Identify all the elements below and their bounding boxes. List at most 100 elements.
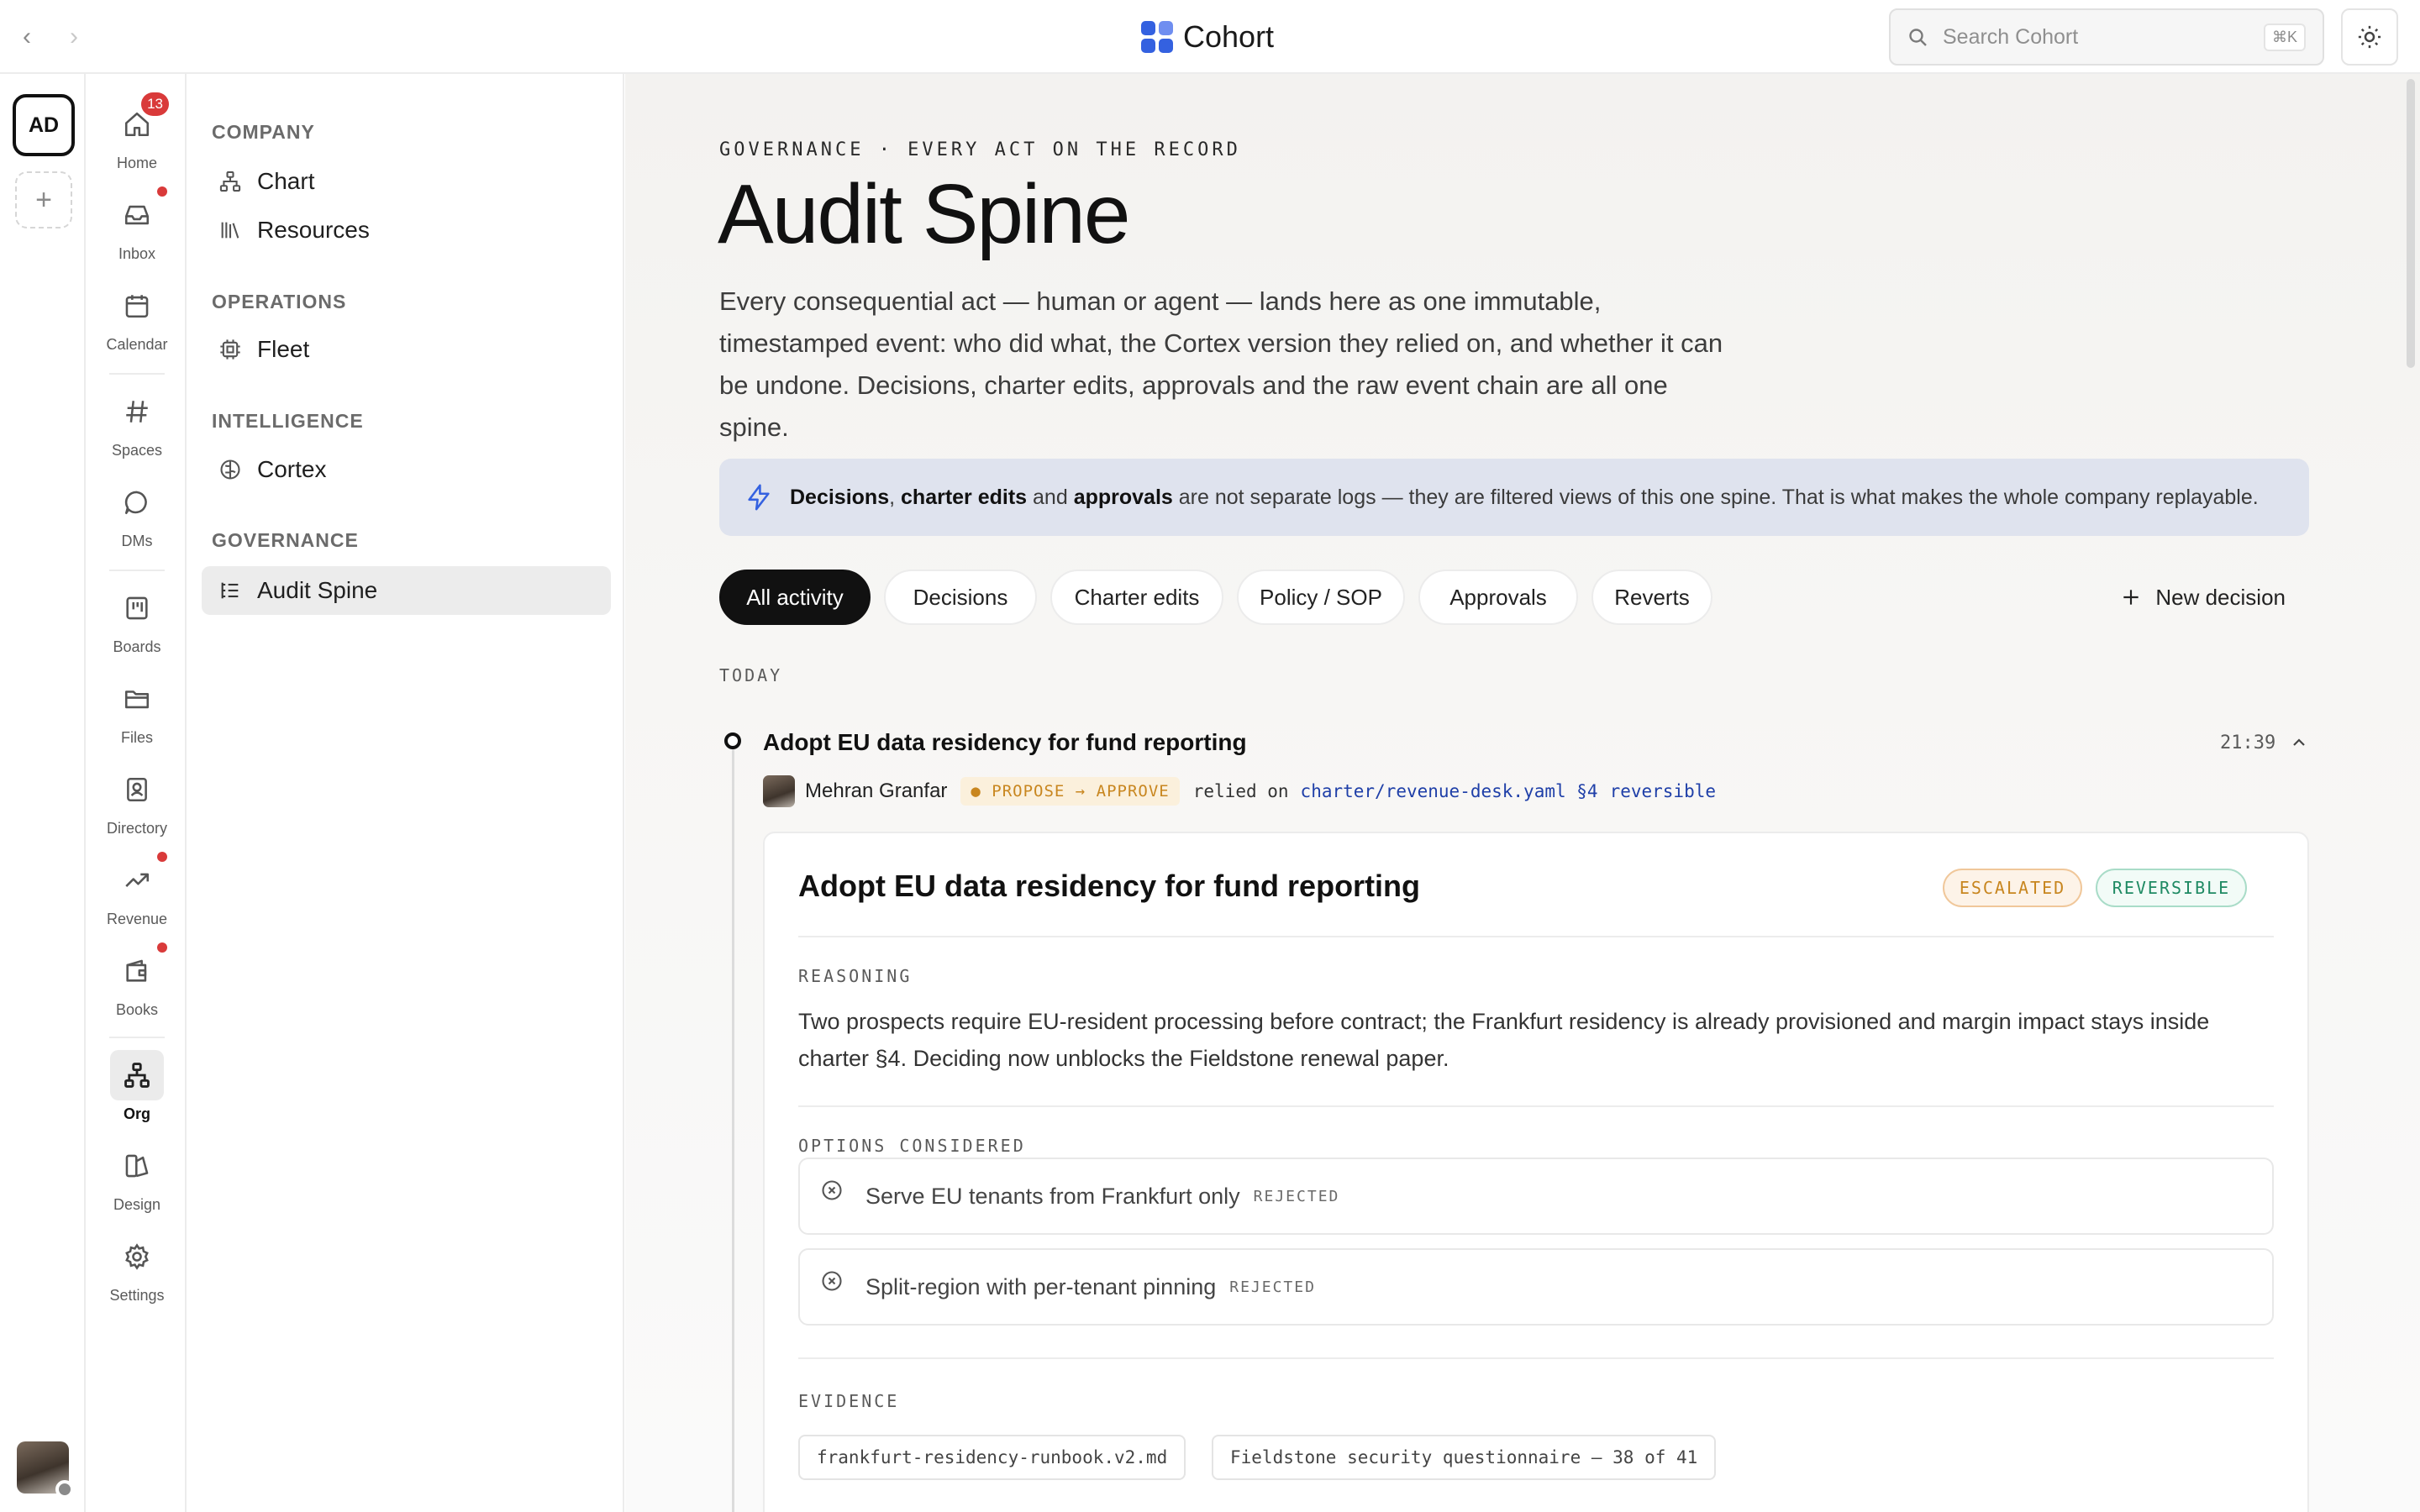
page-description: Every consequential act — human or agent… — [719, 286, 1723, 442]
unread-dot — [157, 942, 167, 953]
sun-icon — [2358, 25, 2381, 49]
notification-badge: 13 — [141, 92, 169, 116]
nav-label: Revenue — [106, 911, 168, 927]
divider — [109, 1037, 165, 1038]
info-callout: Decisions, charter edits and approvals a… — [719, 459, 2309, 536]
callout-text: Decisions, charter edits and approvals a… — [790, 485, 2259, 509]
filter-chip-policy-sop[interactable]: Policy / SOP — [1237, 570, 1405, 625]
unread-dot — [157, 186, 167, 197]
add-workspace-button[interactable]: + — [15, 171, 72, 228]
option-item[interactable]: Serve EU tenants from Frankfurt only REJ… — [798, 1158, 2274, 1235]
search-input[interactable]: Search Cohort ⌘K — [1889, 8, 2324, 66]
nav-item-dms[interactable]: DMs — [87, 477, 187, 561]
reversible-badge: REVERSIBLE — [2096, 869, 2247, 907]
new-decision-button[interactable]: New decision — [2120, 570, 2286, 625]
filter-chip-charter-edits[interactable]: Charter edits — [1050, 570, 1223, 625]
nav-item-files[interactable]: Files — [87, 674, 187, 758]
decision-card: Adopt EU data residency for fund reporti… — [763, 832, 2309, 1512]
sidebar-item-label: Audit Spine — [257, 577, 378, 603]
actor-name[interactable]: Mehran Granfar — [805, 780, 947, 803]
scrollbar[interactable] — [2407, 79, 2415, 368]
divider — [109, 570, 165, 571]
sidebar-item-resources[interactable]: Resources — [202, 206, 611, 255]
forward-arrow-icon[interactable]: › — [59, 22, 89, 52]
filter-chip-decisions[interactable]: Decisions — [884, 570, 1037, 625]
option-status: REJECTED — [1229, 1278, 1316, 1296]
filter-chip-approvals[interactable]: Approvals — [1418, 570, 1578, 625]
nav-label: Home — [116, 155, 157, 171]
nav-label: Calendar — [106, 336, 168, 353]
nav-item-calendar[interactable]: Calendar — [87, 281, 187, 365]
theme-toggle-button[interactable] — [2341, 8, 2398, 66]
list-icon — [221, 582, 239, 599]
nav-item-design[interactable]: Design — [87, 1141, 187, 1225]
reversibility-label: reversible — [1609, 781, 1716, 801]
main-content: GOVERNANCE · EVERY ACT ON THE RECORD Aud… — [625, 74, 2420, 1512]
evidence-chip[interactable]: frankfurt-residency-runbook.v2.md — [798, 1435, 1186, 1480]
workflow-badge: ● PROPOSE → APPROVE — [960, 777, 1180, 806]
actor-avatar[interactable] — [763, 775, 795, 807]
nav-item-revenue[interactable]: Revenue — [87, 852, 187, 939]
relied-on-label: relied on — [1192, 781, 1289, 801]
inbox-icon — [124, 205, 150, 225]
workspace-rail: AD + — [0, 74, 86, 1512]
filter-chip-all-activity[interactable]: All activity — [719, 570, 871, 625]
page-title: Audit Spine — [718, 167, 1130, 261]
divider — [109, 373, 165, 375]
event-title[interactable]: Adopt EU data residency for fund reporti… — [763, 729, 1247, 756]
search-shortcut: ⌘K — [2263, 23, 2306, 51]
chevron-up-icon[interactable] — [2289, 732, 2309, 753]
design-icon — [125, 1154, 149, 1178]
x-circle-icon — [822, 1180, 842, 1200]
nav-item-home[interactable]: 13 Home — [87, 92, 187, 183]
option-status: REJECTED — [1253, 1187, 1340, 1205]
nav-label: DMs — [121, 533, 153, 549]
presence-status-icon — [55, 1480, 74, 1499]
options-label: OPTIONS CONSIDERED — [798, 1136, 1026, 1156]
nav-item-org[interactable]: Org — [87, 1050, 187, 1134]
sidebar-item-audit-spine[interactable]: Audit Spine — [202, 566, 611, 615]
timeline-node-icon — [724, 732, 741, 749]
sidebar-item-chart[interactable]: Chart — [202, 157, 611, 206]
sidebar-item-label: Chart — [257, 168, 315, 194]
nav-item-books[interactable]: Books — [87, 942, 187, 1030]
sidebar-item-cortex[interactable]: Cortex — [202, 445, 611, 494]
nav-item-spaces[interactable]: Spaces — [87, 386, 187, 470]
option-text: Split-region with per-tenant pinning — [865, 1273, 1217, 1299]
workspace-avatar[interactable]: AD — [13, 94, 75, 156]
divider — [798, 936, 2274, 937]
sidebar-group-title: GOVERNANCE — [212, 529, 359, 551]
top-bar: ‹ › Cohort Search Cohort ⌘K — [0, 0, 2420, 74]
sidebar-item-fleet[interactable]: Fleet — [202, 325, 611, 374]
message-icon — [124, 491, 147, 515]
board-icon — [126, 596, 148, 620]
filter-chip-reverts[interactable]: Reverts — [1591, 570, 1712, 625]
section-sidebar: COMPANY Chart Resources OPERATIONS Fleet… — [188, 74, 624, 1512]
user-avatar[interactable] — [17, 1441, 74, 1499]
option-text: Serve EU tenants from Frankfurt only — [865, 1183, 1240, 1209]
unread-dot — [157, 852, 167, 862]
evidence-label: EVIDENCE — [798, 1391, 900, 1411]
sidebar-group-title: INTELLIGENCE — [212, 410, 364, 432]
plus-icon — [2123, 590, 2139, 605]
escalated-badge: ESCALATED — [1943, 869, 2082, 907]
back-arrow-icon[interactable]: ‹ — [12, 22, 42, 52]
wallet-icon — [126, 959, 147, 982]
option-item[interactable]: Split-region with per-tenant pinning REJ… — [798, 1248, 2274, 1326]
gear-icon — [125, 1243, 149, 1270]
charter-reference-link[interactable]: charter/revenue-desk.yaml §4 — [1301, 781, 1598, 801]
evidence-chip[interactable]: Fieldstone security questionnaire — 38 o… — [1212, 1435, 1717, 1480]
nav-item-settings[interactable]: Settings — [87, 1231, 187, 1315]
nav-item-inbox[interactable]: Inbox — [87, 186, 187, 274]
reasoning-text: Two prospects require EU-resident proces… — [798, 1009, 2210, 1071]
brand[interactable]: Cohort — [1141, 18, 1274, 55]
day-label: TODAY — [719, 665, 783, 685]
org-chart-icon — [124, 1063, 150, 1088]
divider — [798, 1105, 2274, 1107]
nav-item-directory[interactable]: Directory — [87, 764, 187, 848]
trending-up-icon — [125, 873, 150, 887]
divider — [798, 1357, 2274, 1359]
nav-item-boards[interactable]: Boards — [87, 583, 187, 667]
nav-label: Books — [115, 1001, 159, 1018]
sidebar-group-title: OPERATIONS — [212, 291, 347, 312]
